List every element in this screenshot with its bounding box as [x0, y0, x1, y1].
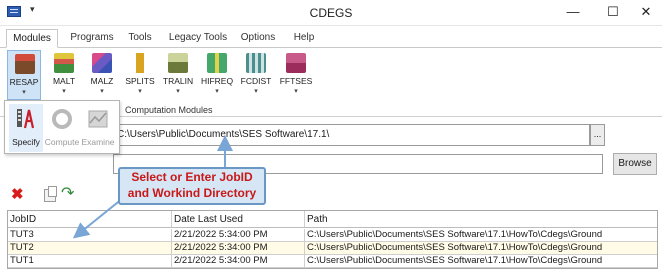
cell-jobid: TUT1 — [8, 255, 172, 267]
tab-legacy-tools[interactable]: Legacy Tools — [168, 29, 228, 48]
module-button-resap[interactable]: RESAP ▾ — [7, 50, 41, 100]
module-label: TRALIN — [162, 76, 194, 86]
copy-icon[interactable] — [44, 186, 57, 202]
fftses-icon — [286, 53, 306, 73]
resap-icon — [15, 54, 35, 74]
module-label: RESAP — [9, 77, 39, 87]
menu-item-compute: Compute — [45, 104, 79, 152]
menu-item-label: Compute — [44, 137, 80, 147]
column-header-date[interactable]: Date Last Used — [172, 211, 305, 227]
chevron-down-icon: ▾ — [62, 88, 66, 95]
resap-dropdown-menu: Specify Compute Examine — [4, 100, 120, 154]
refresh-icon[interactable]: ↷ — [61, 186, 74, 202]
browse-button[interactable]: Browse — [613, 153, 657, 175]
callout-line-2: and Workind Directory — [127, 186, 257, 200]
cell-path: C:\Users\Public\Documents\SES Software\1… — [307, 255, 603, 266]
chevron-down-icon: ▾ — [215, 88, 219, 95]
ribbon-tabs: Modules Programs Tools Legacy Tools Opti… — [0, 26, 662, 48]
module-button-tralin[interactable]: TRALIN ▾ — [161, 50, 195, 100]
annotation-callout: Select or Enter JobID and Workind Direct… — [118, 167, 266, 205]
tab-tools[interactable]: Tools — [125, 29, 155, 48]
module-button-malt[interactable]: MALT ▾ — [47, 50, 81, 100]
cell-jobid: TUT3 — [8, 229, 172, 241]
working-directory-field[interactable]: C:\Users\Public\Documents\SES Software\1… — [113, 124, 590, 146]
column-header-path[interactable]: Path — [305, 211, 657, 227]
compute-icon — [52, 109, 72, 129]
chevron-down-icon: ▾ — [22, 89, 26, 96]
malz-icon — [92, 53, 112, 73]
hifreq-icon — [207, 53, 227, 73]
cell-date: 2/21/2022 5:34:00 PM — [172, 229, 305, 241]
examine-icon — [88, 110, 108, 128]
quick-access-dropdown-icon[interactable]: ▾ — [30, 4, 35, 15]
delete-icon[interactable]: ✖ — [11, 187, 24, 203]
tab-help[interactable]: Help — [290, 29, 318, 48]
module-label: HIFREQ — [200, 76, 234, 86]
ribbon-group-label: Computation Modules — [125, 105, 213, 115]
callout-line-1: Select or Enter JobID — [131, 170, 253, 184]
close-button[interactable]: ✕ — [628, 0, 662, 24]
tralin-icon — [168, 53, 188, 73]
cell-date: 2/21/2022 5:34:00 PM — [172, 255, 305, 267]
chevron-down-icon: ▾ — [294, 88, 298, 95]
menu-item-label: Specify — [12, 137, 40, 147]
menu-item-examine: Examine — [81, 104, 115, 152]
column-header-jobid[interactable]: JobID — [8, 211, 172, 227]
menu-item-specify[interactable]: Specify — [9, 104, 43, 152]
tab-options[interactable]: Options — [238, 29, 278, 48]
module-button-malz[interactable]: MALZ ▾ — [85, 50, 119, 100]
chevron-down-icon: ▾ — [176, 88, 180, 95]
cell-path: C:\Users\Public\Documents\SES Software\1… — [307, 229, 603, 240]
cell-date: 2/21/2022 5:34:00 PM — [172, 242, 305, 254]
browse-directory-ellipsis-button[interactable]: ... — [590, 124, 605, 146]
tab-modules[interactable]: Modules — [6, 29, 58, 48]
job-table: JobID Date Last Used Path TUT3 2/21/2022… — [7, 210, 658, 269]
maximize-button[interactable]: ☐ — [595, 0, 631, 24]
chevron-down-icon: ▾ — [138, 88, 142, 95]
menu-item-label: Examine — [81, 137, 115, 147]
table-header: JobID Date Last Used Path — [8, 211, 657, 228]
specify-icon — [17, 109, 35, 129]
cell-path: C:\Users\Public\Documents\SES Software\1… — [307, 242, 603, 253]
module-label: MALT — [52, 76, 76, 86]
module-button-fftses[interactable]: FFTSES ▾ — [279, 50, 313, 100]
table-row[interactable]: TUT1 2/21/2022 5:34:00 PM C:\Users\Publi… — [8, 255, 657, 268]
minimize-button[interactable]: — — [555, 0, 591, 24]
chevron-down-icon: ▾ — [254, 88, 258, 95]
module-label: FFTSES — [279, 76, 313, 86]
module-label: FCDIST — [240, 76, 272, 86]
chevron-down-icon: ▾ — [100, 88, 104, 95]
cell-jobid: TUT2 — [8, 242, 172, 254]
table-row[interactable]: TUT3 2/21/2022 5:34:00 PM C:\Users\Publi… — [8, 229, 657, 242]
fcdist-icon — [246, 53, 266, 73]
module-label: SPLITS — [125, 76, 155, 86]
module-button-splits[interactable]: SPLITS ▾ — [123, 50, 157, 100]
module-button-fcdist[interactable]: FCDIST ▾ — [239, 50, 273, 100]
title-bar: ▾ CDEGS — ☐ ✕ — [0, 0, 662, 26]
module-button-hifreq[interactable]: HIFREQ ▾ — [200, 50, 234, 100]
tab-programs[interactable]: Programs — [66, 29, 118, 48]
splits-icon — [130, 53, 150, 73]
module-label: MALZ — [90, 76, 114, 86]
table-row-selected[interactable]: TUT2 2/21/2022 5:34:00 PM C:\Users\Publi… — [8, 242, 657, 255]
malt-icon — [54, 53, 74, 73]
app-icon[interactable] — [7, 6, 21, 17]
